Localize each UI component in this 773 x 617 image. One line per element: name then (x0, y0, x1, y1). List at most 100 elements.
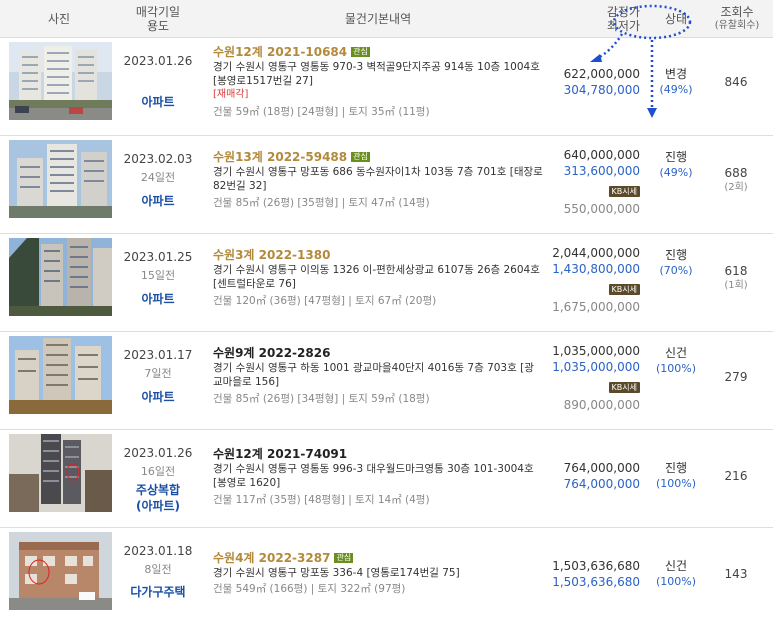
header-details-label: 물건기본내역 (344, 12, 412, 26)
status-percent: (100%) (655, 575, 697, 588)
area-info: 건물 85㎡ (26평) [35평형] | 토지 47㎡ (14평) (213, 197, 430, 209)
appraisal-price: 1,503,636,680 (552, 559, 640, 573)
minimum-price: 1,503,636,680 (552, 575, 640, 589)
case-number-link[interactable]: 수원4계 2022-3287 관심 (213, 550, 543, 566)
table-row[interactable]: 2023.01.25 15일전 아파트 수원3계 2022-1380 경기 수원… (0, 234, 773, 332)
minimum-price: 313,600,000 (563, 164, 640, 178)
price-cell: 764,000,000 764,000,000 (545, 460, 640, 492)
case-number[interactable]: 수원12계 2021-74091 (213, 447, 347, 461)
header-photo: 사진 (0, 0, 118, 38)
case-number-link[interactable]: 수원13계 2022-59488 관심 (213, 149, 543, 165)
status-cell: 신건 (100%) (644, 558, 708, 589)
property-address: 경기 수원시 영통구 영통동 970-3 벽적골9단지주공 914동 10층 1… (213, 61, 540, 87)
view-count: 846 (724, 75, 748, 89)
header-details: 물건기본내역 (213, 0, 543, 38)
property-info: 수원13계 2022-59488 관심 경기 수원시 영통구 망포동 686 동수… (213, 149, 543, 210)
market-price: 550,000,000 (563, 202, 640, 216)
date-usage-cell: 2023.01.26 아파트 (116, 38, 200, 136)
table-row[interactable]: 2023.01.26 16일전 주상복합 (아파트) 수원12계 2021-74… (0, 430, 773, 528)
property-address: 경기 수원시 영통구 이의동 1326 이-편한세상광교 6107동 26층 2… (213, 264, 540, 290)
case-number-link[interactable]: 수원12계 2021-74091 (213, 446, 543, 462)
market-price: 890,000,000 (563, 398, 640, 412)
usage-link[interactable]: 아파트 (116, 94, 200, 110)
status-label: 진행 (664, 248, 688, 262)
days-remaining: 15일전 (140, 269, 176, 282)
header-price: 감정가 최저가 (545, 0, 640, 38)
auction-date: 2023.01.26 (123, 446, 193, 460)
case-number[interactable]: 수원9계 2022-2826 (213, 346, 330, 360)
case-number-link[interactable]: 수원3계 2022-1380 (213, 247, 543, 263)
case-number[interactable]: 수원4계 2022-3287 (213, 551, 330, 565)
fail-count: (1회) (724, 280, 748, 291)
area-info: 건물 549㎡ (166평) | 토지 322㎡ (97평) (213, 583, 406, 595)
property-info: 수원12계 2021-74091 경기 수원시 영통구 영통동 996-3 대우… (213, 446, 543, 507)
table-row[interactable]: 2023.01.17 7일전 아파트 수원9계 2022-2826 경기 수원시… (0, 332, 773, 430)
status-label: 진행 (664, 150, 688, 164)
price-cell: 2,044,000,000 1,430,800,000 KB시세 1,675,0… (545, 245, 640, 315)
interest-badge: 관심 (351, 47, 370, 57)
table-row[interactable]: 2023.02.03 24일전 아파트 수원13계 2022-59488 관심 경… (0, 136, 773, 234)
appraisal-price: 640,000,000 (563, 148, 640, 162)
property-photo[interactable] (9, 532, 112, 610)
property-photo[interactable] (9, 434, 112, 512)
minimum-price: 764,000,000 (563, 477, 640, 491)
header-usage-label: 용도 (146, 19, 170, 33)
case-number[interactable]: 수원12계 2021-10684 (213, 45, 347, 59)
status-percent: (49%) (659, 166, 693, 179)
usage-link[interactable]: 아파트 (116, 193, 200, 209)
view-count: 618 (724, 264, 748, 278)
case-number[interactable]: 수원13계 2022-59488 (213, 150, 347, 164)
status-label: 변경 (664, 67, 688, 81)
price-cell: 622,000,000 304,780,000 (545, 66, 640, 98)
date-usage-cell: 2023.01.18 8일전 다가구주택 (116, 528, 200, 617)
kb-market-badge[interactable]: KB시세 (608, 382, 640, 393)
views-cell: 279 (708, 369, 764, 385)
usage-link[interactable]: 주상복합 (아파트) (128, 482, 188, 514)
header-views-label: 조회수 (720, 5, 754, 19)
days-remaining: 8일전 (144, 563, 172, 576)
property-photo[interactable] (9, 42, 112, 120)
views-cell: 846 (708, 74, 764, 90)
views-cell: 216 (708, 468, 764, 484)
header-minprice-label: 최저가 (606, 19, 640, 33)
property-address: 경기 수원시 영통구 망포동 686 동수원자이1차 103동 7층 701호 … (213, 166, 543, 192)
header-views: 조회수 (유찰회수) (708, 0, 766, 38)
case-number[interactable]: 수원3계 2022-1380 (213, 248, 330, 262)
case-number-link[interactable]: 수원9계 2022-2826 (213, 345, 543, 361)
status-percent: (100%) (655, 477, 697, 490)
usage-link[interactable]: 아파트 (116, 291, 200, 307)
status-percent: (49%) (659, 83, 693, 96)
views-cell: 143 (708, 566, 764, 582)
header-appraisal-label: 감정가 (606, 5, 640, 19)
case-number-link[interactable]: 수원12계 2021-10684 관심 (213, 44, 543, 60)
resale-label: [재매각] (213, 89, 249, 100)
property-photo[interactable] (9, 238, 112, 316)
days-remaining: 16일전 (140, 465, 176, 478)
status-cell: 변경 (49%) (644, 66, 708, 97)
fail-count: (2회) (724, 182, 748, 193)
property-address: 경기 수원시 영통구 망포동 336-4 [영통로174번길 75] (213, 567, 460, 579)
interest-badge: 관심 (351, 152, 370, 162)
days-remaining: 24일전 (140, 171, 176, 184)
minimum-price: 1,430,800,000 (552, 262, 640, 276)
table-row[interactable]: 2023.01.26 아파트 수원12계 2021-10684 관심 경기 수원시… (0, 38, 773, 136)
price-cell: 640,000,000 313,600,000 KB시세 550,000,000 (545, 147, 640, 217)
usage-link[interactable]: 다가구주택 (116, 584, 200, 600)
auction-date: 2023.01.25 (123, 250, 193, 264)
price-cell: 1,503,636,680 1,503,636,680 (545, 558, 640, 590)
date-usage-cell: 2023.01.25 15일전 아파트 (116, 234, 200, 332)
auction-date: 2023.02.03 (123, 152, 193, 166)
kb-market-badge[interactable]: KB시세 (608, 186, 640, 197)
kb-market-badge[interactable]: KB시세 (608, 284, 640, 295)
table-header: 사진 매각기일 용도 물건기본내역 감정가 최저가 상태 조회수 (유찰회수) (0, 0, 773, 38)
usage-link[interactable]: 아파트 (116, 389, 200, 405)
table-row[interactable]: 2023.01.18 8일전 다가구주택 수원4계 2022-3287 관심 경기… (0, 528, 773, 617)
header-date-usage: 매각기일 용도 (116, 0, 200, 38)
status-cell: 진행 (49%) (644, 149, 708, 180)
status-percent: (100%) (655, 362, 697, 375)
property-photo[interactable] (9, 140, 112, 218)
date-usage-cell: 2023.01.26 16일전 주상복합 (아파트) (116, 430, 200, 528)
auction-date: 2023.01.17 (123, 348, 193, 362)
property-photo[interactable] (9, 336, 112, 414)
date-usage-cell: 2023.02.03 24일전 아파트 (116, 136, 200, 234)
